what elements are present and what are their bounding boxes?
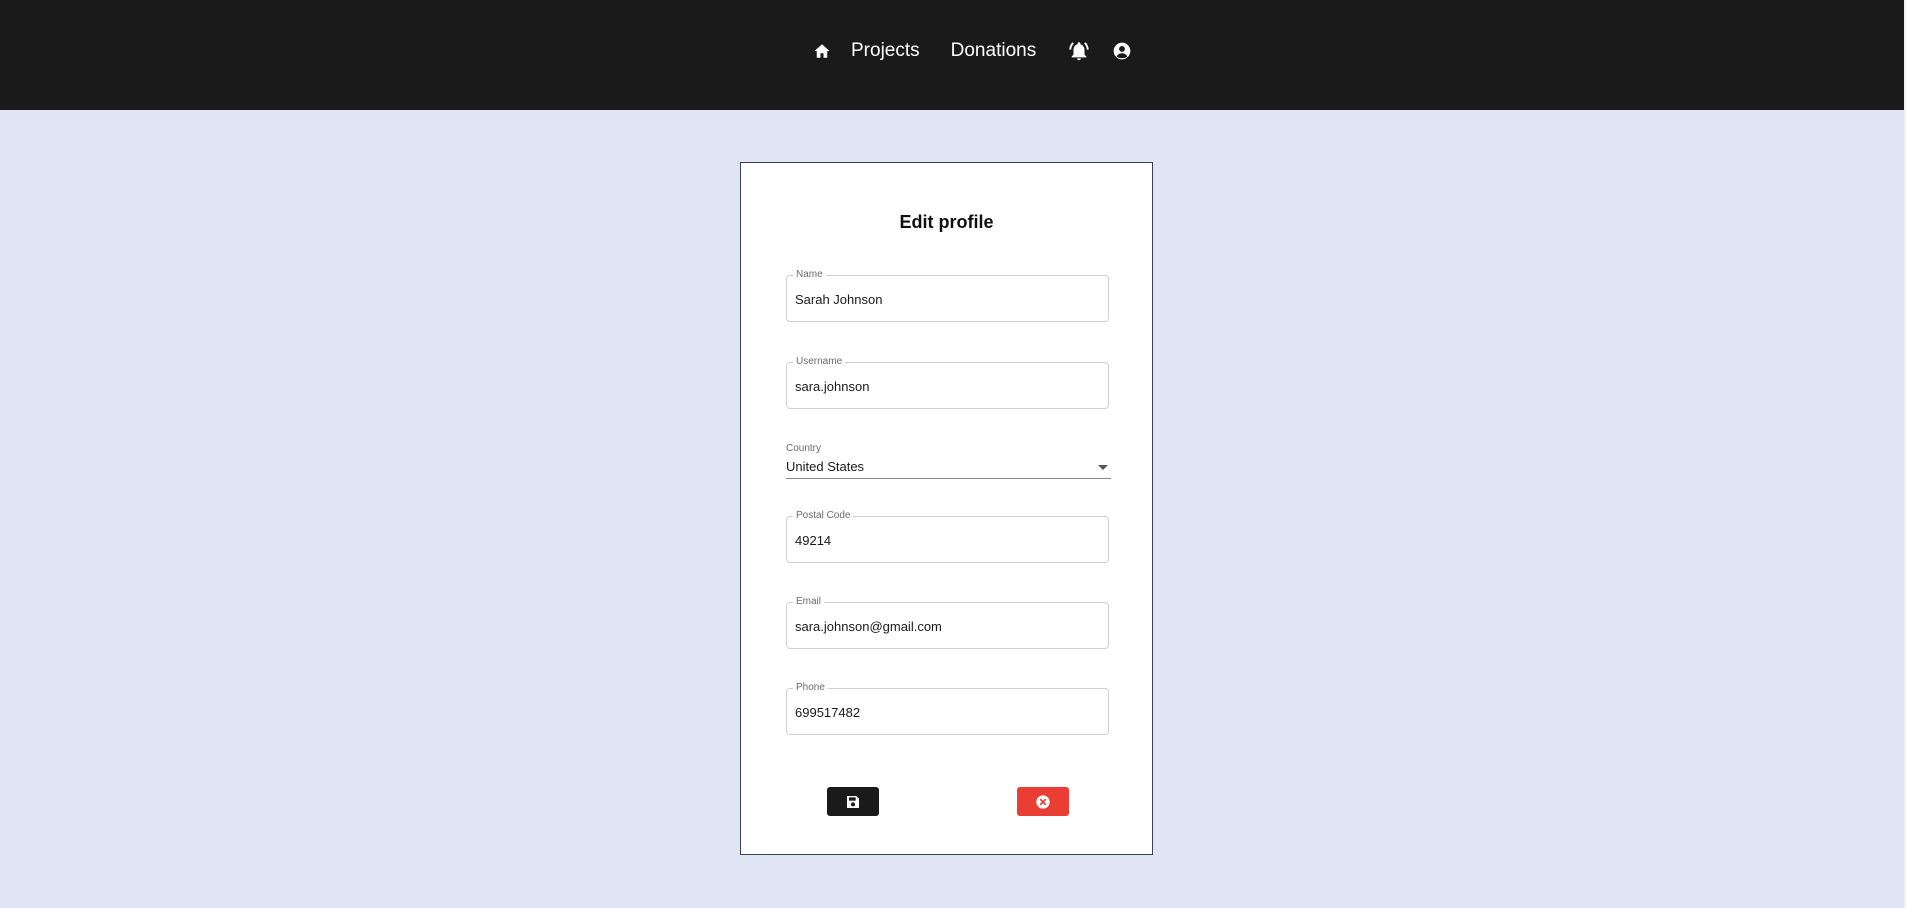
phone-field[interactable]: Phone 699517482 [786, 682, 1109, 735]
username-field-value: sara.johnson [795, 379, 870, 394]
nav-projects-link[interactable]: Projects [851, 40, 920, 62]
name-field-label: Name [793, 269, 826, 281]
country-select[interactable]: Country United States [786, 443, 1111, 479]
edit-profile-card: Edit profile Name Sarah Johnson Username… [740, 162, 1153, 855]
name-field[interactable]: Name Sarah Johnson [786, 269, 1109, 322]
home-icon-svg [814, 44, 830, 58]
postal-code-field-label: Postal Code [793, 510, 854, 522]
email-field[interactable]: Email sara.johnson@gmail.com [786, 596, 1109, 649]
postal-code-field-value: 49214 [795, 533, 832, 548]
postal-code-field[interactable]: Postal Code 49214 [786, 510, 1109, 563]
nav-menu: Projects Donations [810, 36, 1134, 66]
country-select-value: United States [786, 459, 865, 474]
country-select-label: Country [786, 443, 822, 454]
chevron-down-icon [1098, 465, 1108, 470]
page-title: Edit profile [899, 212, 994, 232]
user-circle-icon-svg [1113, 42, 1131, 60]
save-button[interactable] [827, 787, 879, 816]
user-circle-icon[interactable] [1110, 39, 1134, 63]
bell-ringing-icon-svg [1069, 42, 1089, 61]
username-field[interactable]: Username sara.johnson [786, 356, 1109, 409]
floppy-disk-icon [847, 795, 859, 808]
circle-x-icon [1036, 794, 1050, 809]
home-icon[interactable] [810, 39, 834, 63]
email-field-label: Email [793, 596, 825, 608]
name-field-value: Sarah Johnson [795, 292, 883, 307]
email-field-value: sara.johnson@gmail.com [795, 619, 942, 634]
top-nav-bar: Projects Donations [0, 0, 1904, 110]
phone-field-value: 699517482 [795, 705, 861, 720]
cancel-button[interactable] [1017, 787, 1069, 816]
nav-donations-link[interactable]: Donations [951, 40, 1037, 62]
phone-field-label: Phone [793, 682, 828, 694]
username-field-label: Username [793, 356, 846, 368]
bell-ringing-icon[interactable] [1067, 39, 1091, 63]
